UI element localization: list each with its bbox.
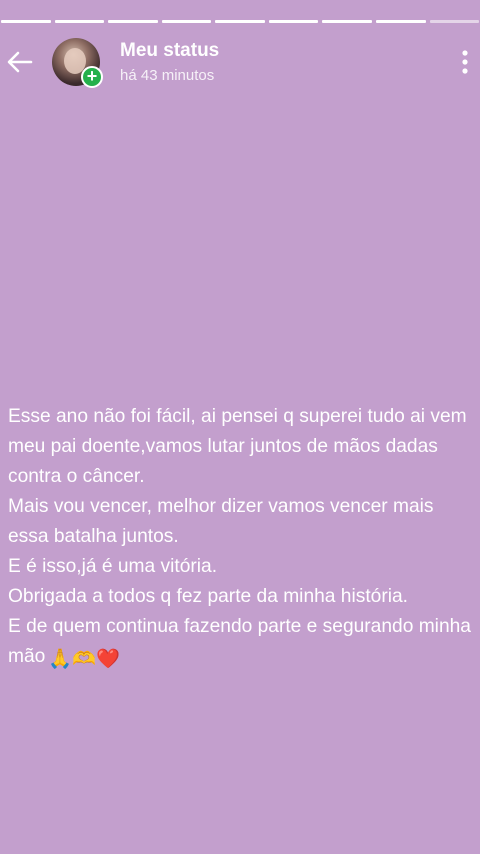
progress-segment: [322, 20, 372, 23]
status-owner-name: Meu status: [120, 40, 220, 61]
progress-segment: [1, 20, 51, 23]
more-options-button[interactable]: [458, 48, 472, 76]
progress-segment: [161, 20, 212, 23]
status-header: + Meu status há 43 minutos: [0, 36, 480, 92]
status-timestamp: há 43 minutos: [120, 67, 215, 84]
arrow-left-icon: [7, 51, 33, 73]
status-emojis: 🙏🫶❤️: [48, 649, 121, 670]
more-vertical-icon: [462, 50, 468, 74]
progress-segment: [108, 20, 158, 23]
progress-segment: [215, 20, 265, 23]
status-message-text: Esse ano não foi fácil, ai pensei q supe…: [8, 406, 471, 667]
progress-segment: [375, 20, 426, 23]
status-message: Esse ano não foi fácil, ai pensei q supe…: [8, 402, 474, 675]
status-progress-bar: [0, 20, 480, 23]
plus-icon[interactable]: +: [81, 66, 103, 88]
avatar[interactable]: +: [52, 38, 103, 88]
back-button[interactable]: [4, 46, 36, 78]
progress-segment: [429, 20, 480, 23]
progress-segment: [268, 20, 319, 23]
progress-segment: [54, 20, 105, 23]
